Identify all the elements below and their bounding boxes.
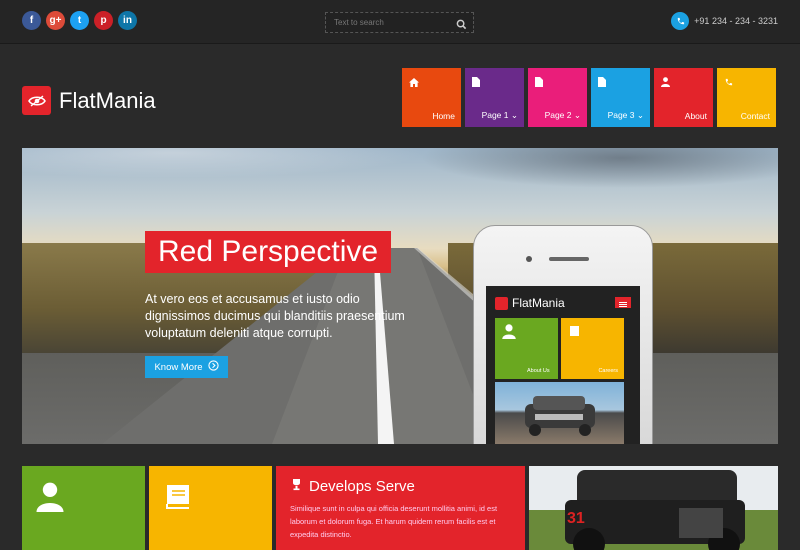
phone-mockup: FlatMania About Us Careers — [473, 225, 653, 444]
page-icon — [472, 74, 480, 92]
mobile-tiles: About Us Careers — [495, 318, 624, 379]
top-bar: f g+ t p in +91 234 - 234 - 3231 — [0, 0, 800, 44]
phone-icon — [671, 12, 690, 30]
search-input[interactable] — [326, 18, 451, 27]
nav-page-2-label: Page 2 ⌄ — [544, 110, 581, 120]
phone-screen: FlatMania About Us Careers — [486, 286, 640, 444]
nav-page-1[interactable]: Page 1 ⌄ — [465, 68, 524, 127]
card-book[interactable] — [149, 466, 272, 550]
mobile-tile-about: About Us — [495, 318, 558, 379]
nav-contact[interactable]: Contact — [717, 68, 776, 127]
nav-page-3[interactable]: Page 3 ⌄ — [591, 68, 650, 127]
book-icon — [163, 482, 193, 515]
develops-text: Similique sunt in culpa qui officia dese… — [290, 504, 498, 539]
mobile-logo: FlatMania — [495, 296, 565, 310]
brand-name: FlatMania — [59, 87, 156, 113]
nav-about-label: About — [684, 111, 707, 121]
user-icon — [502, 324, 516, 374]
card-develops: Develops Serve Similique sunt in culpa q… — [276, 466, 525, 550]
main-nav: Home Page 1 ⌄ Page 2 ⌄ Page 3 ⌄ About Co… — [402, 68, 776, 127]
trophy-icon — [290, 478, 303, 495]
card-user[interactable] — [22, 466, 145, 550]
google-plus-icon[interactable]: g+ — [46, 11, 65, 30]
hero-text: At vero eos et accusamus et iusto odio d… — [145, 292, 405, 340]
linkedin-icon[interactable]: in — [118, 11, 137, 30]
know-more-label: Know More — [154, 361, 203, 373]
car-image-card: 31 — [529, 466, 778, 550]
chevron-right-icon — [207, 360, 219, 374]
book-icon — [568, 324, 582, 374]
eye-icon — [22, 86, 51, 115]
nav-home-label: Home — [432, 111, 455, 121]
mobile-car-image — [495, 382, 624, 444]
hero-title: Red Perspective — [145, 231, 392, 273]
nav-page-2[interactable]: Page 2 ⌄ — [528, 68, 587, 127]
site-logo[interactable]: FlatMania — [22, 86, 156, 115]
search-icon[interactable] — [456, 17, 467, 35]
car-number: 31 — [567, 510, 585, 527]
phone-contact: +91 234 - 234 - 3231 — [671, 12, 778, 30]
mobile-tile-careers: Careers — [561, 318, 624, 379]
mobile-brand: FlatMania — [512, 296, 565, 310]
eye-icon — [495, 296, 508, 310]
feature-cards: Develops Serve Similique sunt in culpa q… — [22, 466, 778, 550]
know-more-button[interactable]: Know More — [145, 356, 228, 378]
page-icon — [535, 74, 543, 92]
camera-dot — [526, 256, 532, 262]
phone-number: +91 234 - 234 - 3231 — [694, 16, 778, 26]
hero-banner: Red Perspective At vero eos et accusamus… — [22, 148, 778, 444]
menu-icon — [615, 297, 631, 308]
hero-road — [102, 248, 652, 444]
hero-sky — [22, 148, 778, 208]
phone-icon — [724, 74, 733, 92]
twitter-icon[interactable]: t — [70, 11, 89, 30]
nav-page-1-label: Page 1 ⌄ — [481, 110, 518, 120]
develops-heading: Develops Serve — [290, 478, 511, 495]
nav-about[interactable]: About — [654, 68, 713, 127]
mobile-tile-about-label: About Us — [527, 368, 550, 374]
develops-title: Develops Serve — [309, 478, 415, 495]
user-icon — [36, 482, 64, 517]
search-box — [325, 12, 474, 33]
nav-page-3-label: Page 3 ⌄ — [607, 110, 644, 120]
speaker-slot — [549, 257, 589, 261]
user-icon — [661, 74, 670, 92]
page-icon — [598, 74, 606, 92]
nav-home[interactable]: Home — [402, 68, 461, 127]
nav-contact-label: Contact — [740, 111, 770, 121]
mobile-tile-careers-label: Careers — [598, 368, 618, 374]
home-icon — [409, 74, 419, 92]
facebook-icon[interactable]: f — [22, 11, 41, 30]
pinterest-icon[interactable]: p — [94, 11, 113, 30]
social-links: f g+ t p in — [22, 11, 137, 30]
